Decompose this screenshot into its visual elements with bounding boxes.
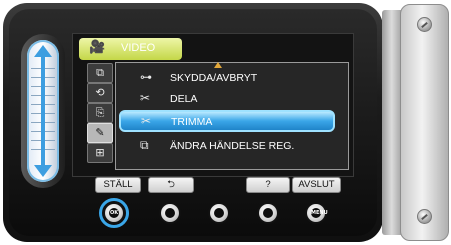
menu-item-label: ÄNDRA HÄNDELSE REG. [170, 140, 295, 152]
key-icon: ⊶ [140, 70, 152, 84]
help-button[interactable]: ? [246, 177, 290, 193]
button-dot-icon [214, 208, 224, 218]
ok-button[interactable]: OK [103, 202, 125, 224]
screw-icon [417, 17, 432, 32]
menu-item-split[interactable]: ✂ DELA [120, 89, 338, 109]
playlist-icon[interactable]: ⧉ [87, 63, 113, 83]
menu-item-label: DELA [170, 93, 198, 105]
hw-button-4[interactable] [257, 202, 279, 224]
menu-item-label: SKYDDA/AVBRYT [170, 72, 258, 84]
tools-icon[interactable]: ✎ [87, 123, 113, 143]
arrow-down-icon [34, 165, 52, 177]
tab-video[interactable]: 🎥 VIDEO [79, 38, 182, 60]
event-icon: ⧉ [140, 138, 149, 152]
menu-item-trim[interactable]: ✂ TRIMMA [119, 110, 335, 132]
menu-item-label: TRIMMA [171, 116, 213, 128]
share-icon: ✂ [140, 91, 151, 105]
menu-label: MENU [311, 208, 328, 218]
button-dot-icon [263, 208, 273, 218]
tab-video-label: VIDEO [121, 42, 156, 54]
video-camera-icon: 🎥 [89, 40, 106, 55]
slider-line [41, 56, 45, 166]
hw-button-2[interactable] [159, 202, 181, 224]
set-button[interactable]: STÄLL [95, 177, 141, 193]
scroll-slider[interactable] [27, 40, 59, 182]
menu-item-protect[interactable]: ⊶ SKYDDA/AVBRYT [120, 68, 338, 88]
hw-button-3[interactable] [208, 202, 230, 224]
copy-icon[interactable]: ⟲ [87, 83, 113, 103]
info-icon[interactable]: ⊞ [87, 143, 113, 163]
camera-side-panel [400, 4, 449, 241]
menu-item-change-event[interactable]: ⧉ ÄNDRA HÄNDELSE REG. [120, 136, 338, 156]
ok-label: OK [109, 208, 119, 218]
trim-icon: ✂ [141, 114, 152, 128]
button-dot-icon [165, 208, 175, 218]
quit-button[interactable]: AVSLUT [292, 177, 341, 193]
back-button[interactable]: ⮌ [148, 177, 194, 193]
menu-button[interactable]: MENU [305, 202, 328, 224]
edit-icon[interactable]: ⎘ [87, 103, 113, 123]
screw-icon [417, 209, 432, 224]
